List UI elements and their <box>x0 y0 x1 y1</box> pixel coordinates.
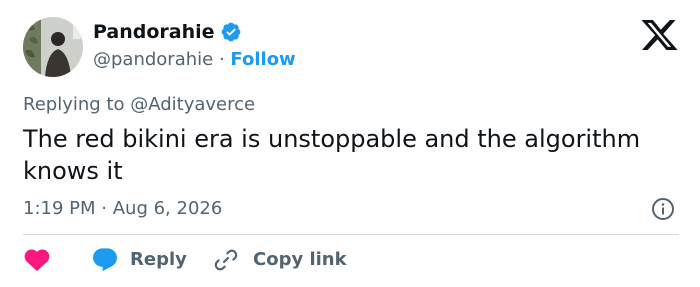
copy-link-button[interactable]: Copy link <box>213 246 347 274</box>
link-icon <box>214 249 238 271</box>
tweet-time[interactable]: 1:19 PM <box>23 198 96 219</box>
reply-mention-link[interactable]: @Adityaverce <box>130 94 255 115</box>
tweet-timestamp[interactable]: 1:19 PM · Aug 6, 2026 <box>23 197 222 221</box>
tweet-text: The red bikini era is unstoppable and th… <box>23 125 641 185</box>
reply-button[interactable]: Reply <box>91 246 187 274</box>
verified-badge-icon <box>220 21 242 43</box>
handle-separator: · <box>218 49 225 70</box>
author-handle[interactable]: @pandorahie <box>93 49 213 70</box>
like-button[interactable] <box>23 246 51 274</box>
tweet-date[interactable]: Aug 6, 2026 <box>113 198 223 219</box>
tweet-embed-card: Pandorahie @pandorahie · Follow Replying… <box>0 0 700 287</box>
heart-icon <box>24 249 50 272</box>
handle-line: @pandorahie · Follow <box>93 48 296 72</box>
follow-button[interactable]: Follow <box>230 49 295 70</box>
speech-bubble-icon <box>93 248 117 272</box>
x-logo-icon[interactable] <box>640 19 678 51</box>
reply-context-prefix: Replying to <box>23 94 125 115</box>
reply-context: Replying to @Adityaverce <box>23 93 255 117</box>
avatar-photo <box>23 17 83 77</box>
copy-link-label: Copy link <box>253 249 347 270</box>
timestamp-separator: · <box>101 198 107 219</box>
author-name[interactable]: Pandorahie <box>93 20 215 44</box>
avatar[interactable] <box>23 17 83 77</box>
author-name-row[interactable]: Pandorahie <box>93 20 242 44</box>
divider <box>23 234 679 235</box>
reply-button-label: Reply <box>130 249 187 270</box>
info-icon[interactable] <box>651 197 675 221</box>
